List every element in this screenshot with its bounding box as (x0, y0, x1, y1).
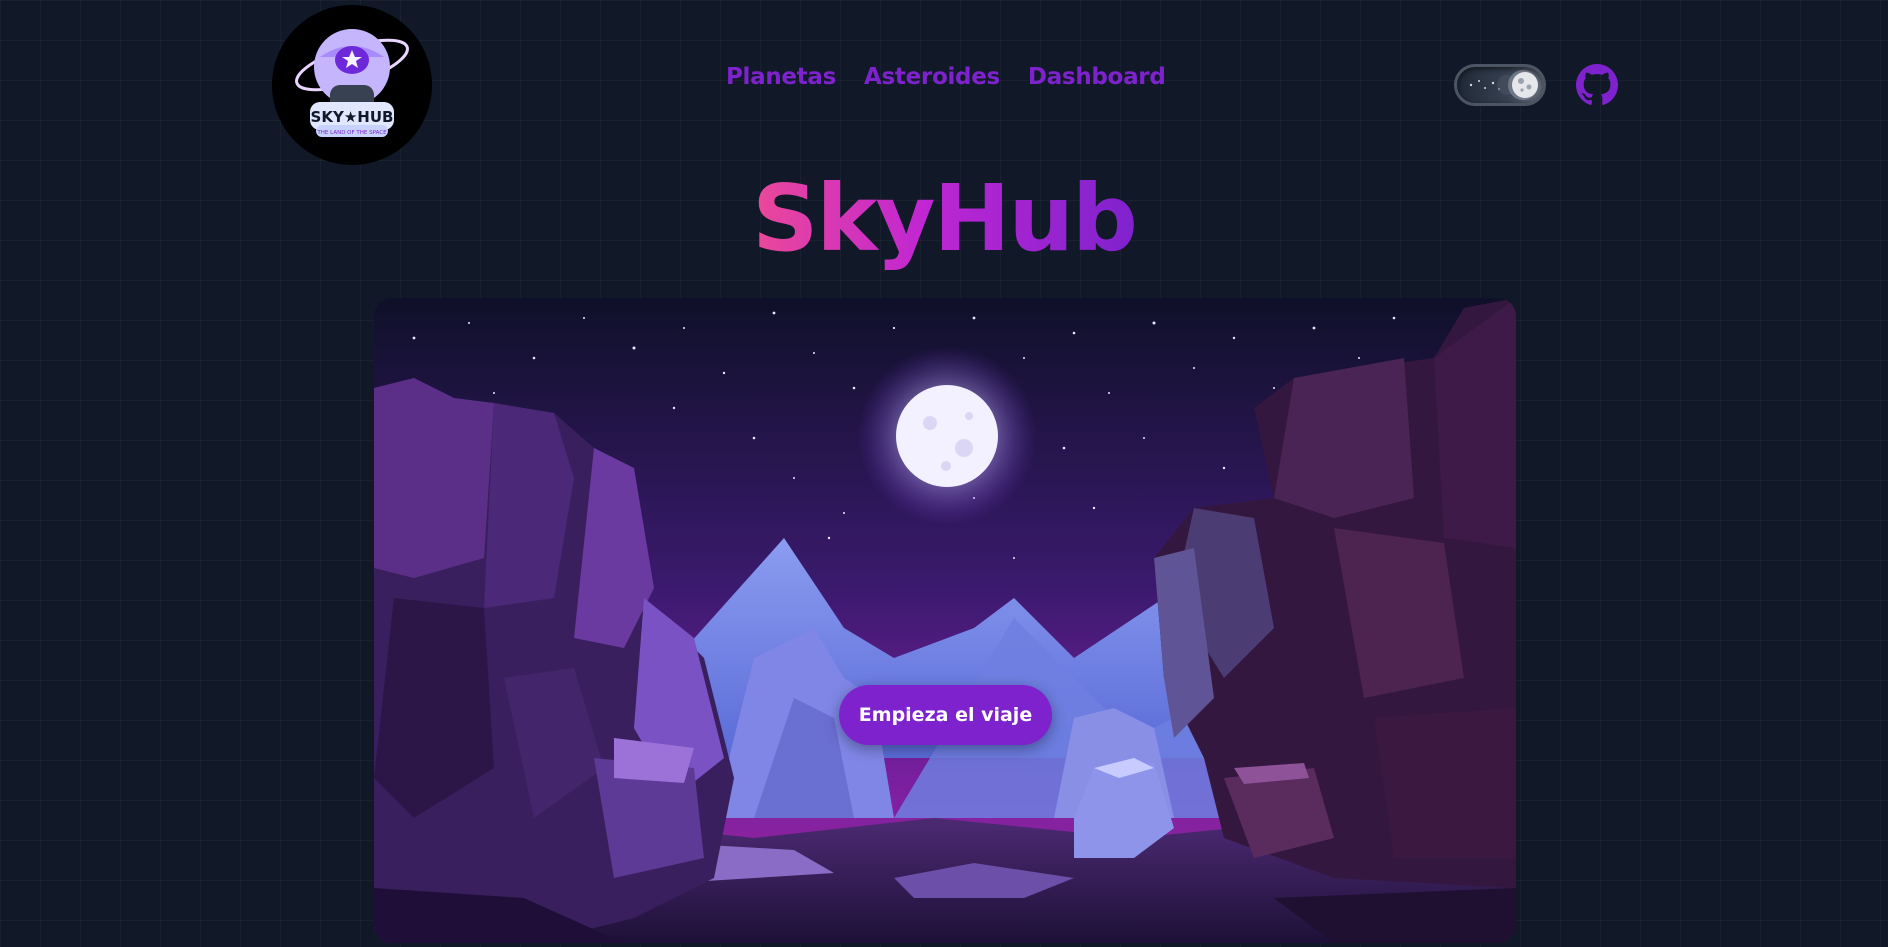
astronaut-logo-icon: SKY★HUB THE LAND OF THE SPACE (272, 5, 432, 165)
main-nav: Planetas Asteroides Dashboard (726, 66, 1166, 89)
page-title: SkyHub (0, 168, 1888, 269)
hero-illustration (374, 298, 1516, 943)
page: SKY★HUB THE LAND OF THE SPACE Planetas A… (0, 0, 1888, 947)
canyon-night-illustration (374, 298, 1516, 943)
svg-text:THE LAND OF THE SPACE: THE LAND OF THE SPACE (316, 130, 387, 136)
site-logo[interactable]: SKY★HUB THE LAND OF THE SPACE (272, 5, 432, 165)
page-title-text: SkyHub (752, 165, 1138, 272)
nav-link-planetas[interactable]: Planetas (726, 66, 836, 89)
nav-link-dashboard[interactable]: Dashboard (1028, 66, 1166, 89)
github-icon (1576, 64, 1618, 105)
theme-toggle[interactable] (1454, 64, 1546, 106)
nav-link-asteroides[interactable]: Asteroides (864, 66, 1000, 89)
github-link[interactable] (1576, 64, 1618, 106)
start-journey-button[interactable]: Empieza el viaje (839, 685, 1052, 745)
moon-icon (1469, 70, 1538, 100)
svg-text:SKY★HUB: SKY★HUB (311, 108, 394, 126)
